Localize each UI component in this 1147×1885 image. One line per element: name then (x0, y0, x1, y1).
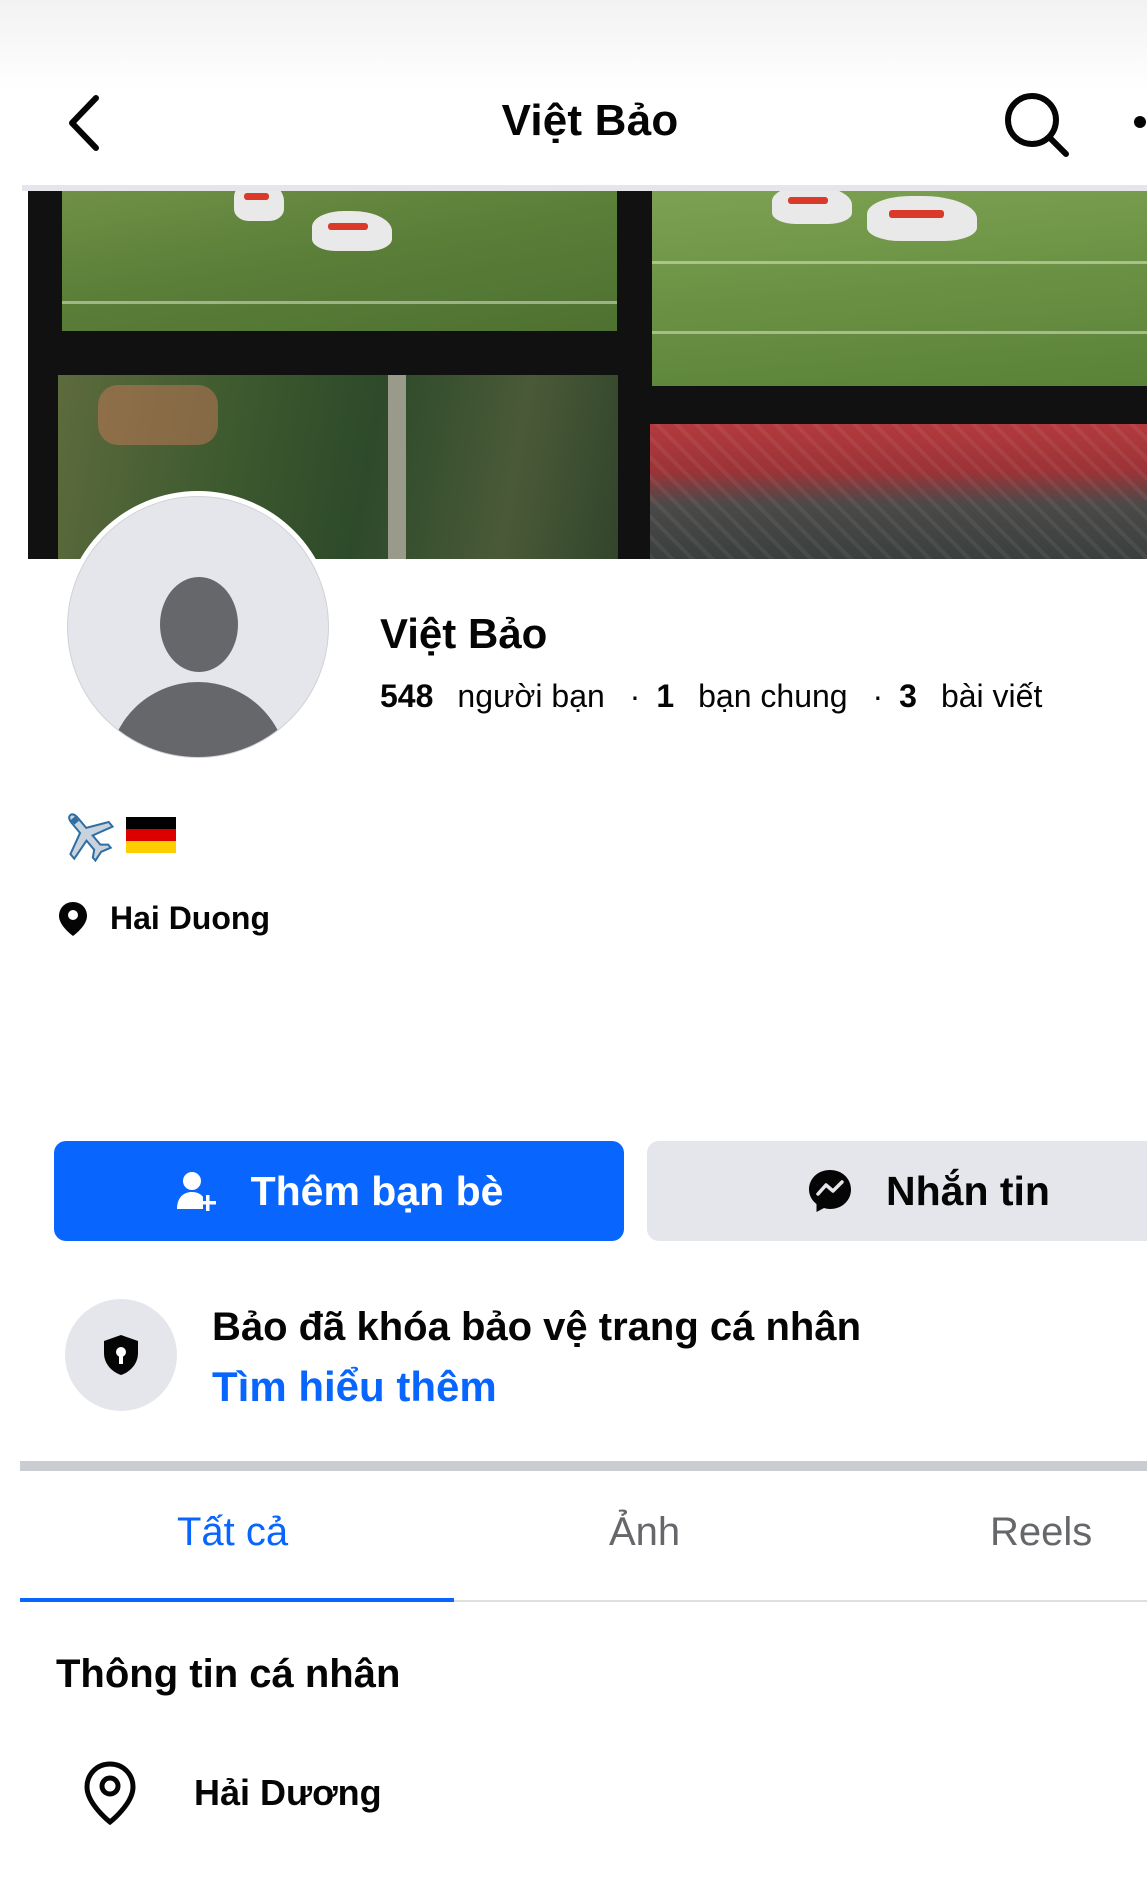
avatar[interactable] (62, 491, 334, 763)
more-button[interactable] (1130, 112, 1147, 132)
learn-more-link[interactable]: Tìm hiểu thêm (212, 1363, 497, 1411)
bio (56, 805, 176, 865)
airplane-emoji-icon (68, 813, 115, 863)
friends-count[interactable]: 548 (380, 678, 433, 714)
top-bar: Việt Bảo (0, 0, 1147, 191)
tab-reels[interactable]: Reels (990, 1510, 1092, 1555)
default-avatar-icon (67, 496, 329, 758)
message-label: Nhắn tin (886, 1167, 1050, 1214)
separator-dot: · (872, 678, 884, 714)
tab-all[interactable]: Tất cả (177, 1510, 288, 1555)
posts-label: bài viết (940, 678, 1043, 714)
friends-label[interactable]: người bạn (457, 678, 604, 714)
mutual-friends-label[interactable]: bạn chung (698, 678, 847, 714)
section-divider (20, 1461, 1147, 1471)
germany-flag-emoji-icon (126, 817, 176, 853)
profile-tabs: Tất cả Ảnh Reels (20, 1472, 1147, 1602)
cover-photo-panel (62, 191, 617, 331)
location-row: Hai Duong (58, 900, 270, 937)
location-outline-icon (84, 1761, 136, 1826)
more-icon (1134, 116, 1146, 128)
posts-count: 3 (899, 678, 917, 714)
location-text: Hai Duong (110, 900, 270, 936)
cover-photo-panel (652, 191, 1147, 386)
add-friend-button[interactable]: Thêm bạn bè (54, 1141, 624, 1241)
add-friend-label: Thêm bạn bè (250, 1167, 504, 1214)
active-tab-indicator (20, 1598, 454, 1602)
messenger-icon (809, 1170, 851, 1212)
profile-lock-badge (65, 1299, 177, 1411)
profile-stats: 548 người bạn · 1 bạn chung · 3 bài viết (380, 678, 1042, 715)
personal-info-title: Thông tin cá nhân (56, 1652, 401, 1696)
personal-info-location: Hải Dương (194, 1772, 382, 1813)
add-friend-icon (176, 1172, 216, 1211)
shield-lock-icon (104, 1335, 138, 1375)
separator-dot: · (629, 678, 641, 714)
search-button[interactable] (1000, 88, 1072, 160)
message-button[interactable]: Nhắn tin (647, 1141, 1147, 1241)
page-title: Việt Bảo (501, 96, 679, 145)
personal-info-location-row: Hải Dương (82, 1760, 382, 1826)
cover-photo-panel (650, 424, 1147, 559)
location-pin-icon (59, 901, 87, 936)
search-icon (1005, 93, 1069, 157)
profile-name: Việt Bảo (380, 610, 548, 657)
profile-lock-title: Bảo đã khóa bảo vệ trang cá nhân (212, 1305, 862, 1349)
mutual-friends-count[interactable]: 1 (656, 678, 674, 714)
tab-photos[interactable]: Ảnh (609, 1510, 680, 1555)
